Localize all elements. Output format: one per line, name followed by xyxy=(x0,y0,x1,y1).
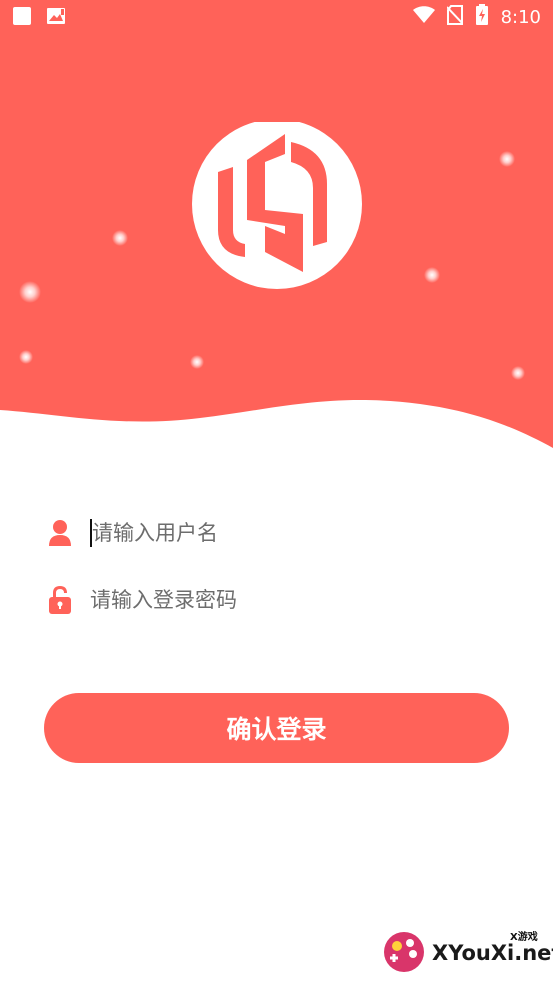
password-field[interactable] xyxy=(46,580,506,620)
sparkle xyxy=(424,267,440,283)
square-icon xyxy=(12,6,32,31)
gamepad-icon xyxy=(384,932,424,972)
sparkle xyxy=(499,151,515,167)
sparkle xyxy=(190,355,204,369)
lock-icon xyxy=(46,584,74,616)
sparkle xyxy=(19,281,41,303)
sparkle xyxy=(112,230,128,246)
watermark-text: XYouXi.net xyxy=(432,941,553,965)
status-time: 8:10 xyxy=(500,7,541,28)
username-input[interactable] xyxy=(92,521,472,545)
image-notification-icon xyxy=(46,6,66,31)
sparkle xyxy=(511,366,525,380)
watermark: X游戏 XYouXi.net xyxy=(380,926,553,978)
username-field[interactable] xyxy=(46,513,506,553)
battery-charging-icon xyxy=(475,4,489,31)
login-button-label: 确认登录 xyxy=(226,715,327,744)
login-screen: 8:10 请输入用户名 确认登录 X游戏 XYouXi.net xyxy=(0,0,553,983)
status-bar: 8:10 xyxy=(0,0,553,32)
password-input[interactable] xyxy=(90,588,470,612)
no-sim-icon xyxy=(445,5,464,30)
sparkle xyxy=(19,350,33,364)
brand-logo-icon xyxy=(185,119,369,292)
login-button[interactable]: 确认登录 xyxy=(44,693,509,763)
user-icon xyxy=(46,517,74,549)
wifi-icon xyxy=(412,6,435,29)
